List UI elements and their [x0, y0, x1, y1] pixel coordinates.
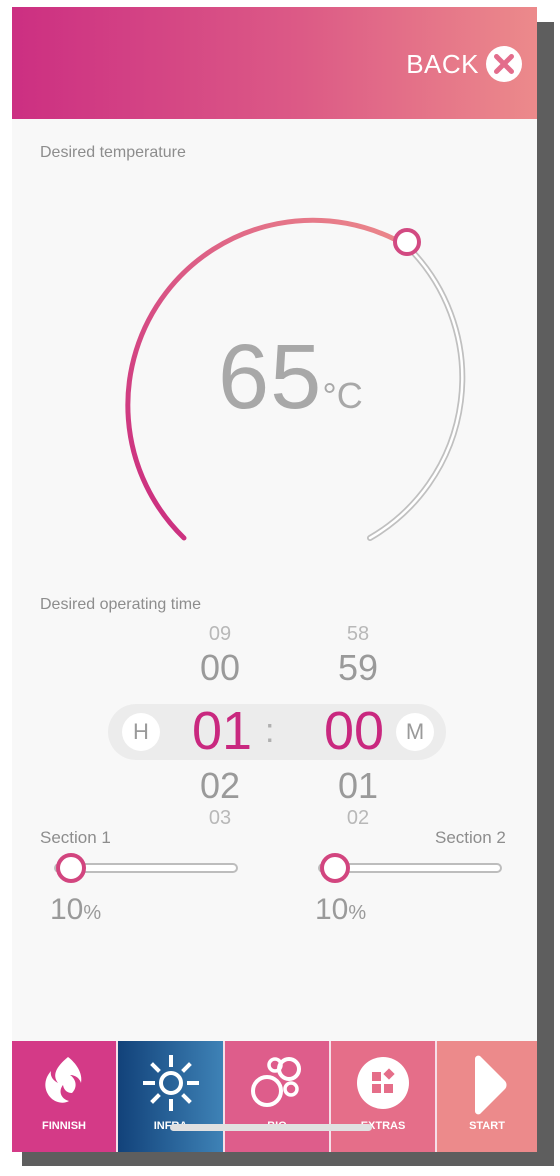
tab-extras[interactable]: EXTRAS: [331, 1041, 437, 1152]
tab-start[interactable]: START: [437, 1041, 537, 1152]
operating-time-title: Desired operating time: [40, 596, 201, 613]
dial-handle[interactable]: [393, 228, 421, 256]
tab-infra[interactable]: INFRA: [118, 1041, 225, 1152]
minutes-unit-pill: M: [396, 713, 434, 751]
extras-icon: [357, 1057, 409, 1109]
section-1-percent: %: [83, 902, 102, 924]
tab-bar: FINNISH INFRA: [12, 1041, 537, 1152]
section-1-label: Section 1: [40, 828, 111, 847]
dial-track-right-inner: [368, 244, 464, 540]
temperature-readout: 65°C: [218, 325, 363, 430]
tab-bio[interactable]: BIO: [225, 1041, 331, 1152]
hours-below-1[interactable]: 02: [180, 765, 260, 807]
bubbles-icon: [251, 1057, 301, 1107]
minutes-above-1[interactable]: 59: [318, 647, 398, 689]
tab-finnish[interactable]: FINNISH: [12, 1041, 118, 1152]
section-1-number: 10: [50, 893, 84, 926]
flame-icon: [45, 1057, 82, 1103]
tab-finnish-label: FINNISH: [42, 1120, 86, 1132]
hours-above-2[interactable]: 09: [180, 623, 260, 646]
hours-below-2[interactable]: 03: [180, 807, 260, 830]
section-2-slider-knob[interactable]: [320, 853, 350, 883]
section-2-number: 10: [315, 893, 349, 926]
temperature-value: 65: [218, 326, 323, 428]
section-2-percent: %: [348, 902, 367, 924]
temperature-unit: °C: [322, 375, 363, 416]
minutes-above-2[interactable]: 58: [318, 623, 398, 646]
section-2-value: 10%: [315, 893, 366, 927]
hours-above-1[interactable]: 00: [180, 647, 260, 689]
temperature-dial[interactable]: [12, 7, 537, 567]
home-indicator: [170, 1124, 372, 1131]
section-2-label: Section 2: [435, 828, 506, 847]
sun-icon: [142, 1055, 199, 1111]
section-1-value: 10%: [50, 893, 101, 927]
dial-track-right: [367, 243, 466, 541]
minutes-below-1[interactable]: 01: [318, 765, 398, 807]
play-icon: [475, 1055, 507, 1115]
hours-unit-pill: H: [122, 713, 160, 751]
hours-selected[interactable]: 01: [172, 700, 272, 762]
minutes-below-2[interactable]: 02: [318, 807, 398, 830]
section-1-slider-knob[interactable]: [56, 853, 86, 883]
time-separator: :: [265, 712, 275, 750]
app-screen: BACK Desired temperature 65°C Desired op…: [12, 7, 537, 1152]
tab-start-label: START: [469, 1120, 505, 1132]
minutes-selected[interactable]: 00: [304, 700, 404, 762]
